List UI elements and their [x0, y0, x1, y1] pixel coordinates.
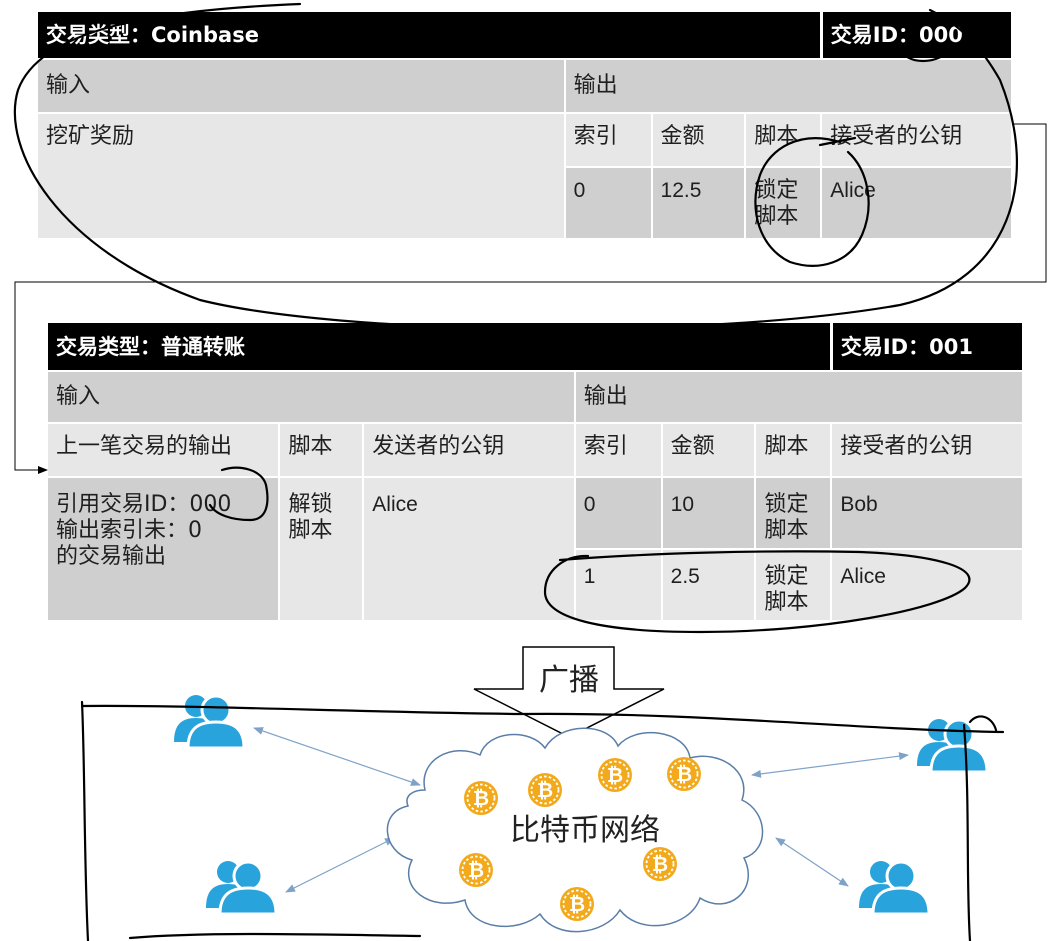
output-index: 0 — [563, 166, 653, 240]
svg-text:₿: ₿ — [468, 858, 484, 882]
output-recipient-pubkey: Bob — [830, 476, 1024, 550]
bitcoin-coin-icon: ₿ — [642, 846, 678, 882]
svg-text:₿: ₿ — [569, 892, 585, 916]
column-recipient-pubkey: 接受者的公钥 — [830, 422, 1024, 478]
column-script: 脚本 — [744, 112, 823, 168]
bitcoin-coin-icon: ₿ — [666, 756, 702, 792]
input-description: 挖矿奖励 — [36, 112, 566, 240]
input-unlock-script: 解锁 脚本 — [278, 476, 365, 622]
bitcoin-coin-icon: ₿ — [527, 772, 563, 808]
svg-text:₿: ₿ — [607, 763, 623, 787]
output-amount: 10 — [660, 476, 757, 550]
transaction-id-label: 交易ID：000 — [819, 10, 1013, 59]
column-sender-pubkey: 发送者的公钥 — [362, 422, 576, 478]
column-index: 索引 — [563, 112, 653, 168]
output-index: 1 — [573, 548, 663, 622]
output-lock-script: 锁定 脚本 — [754, 548, 833, 622]
output-header: 输出 — [573, 370, 1025, 424]
output-amount: 2.5 — [660, 548, 757, 622]
user-icon — [857, 859, 931, 916]
transaction-id-label: 交易ID：001 — [829, 321, 1024, 371]
output-recipient-pubkey: Alice — [830, 548, 1024, 622]
broadcast-arrow — [473, 646, 665, 738]
hand-drawn-frame — [80, 700, 1005, 941]
network-cloud — [386, 727, 764, 933]
svg-text:₿: ₿ — [537, 778, 553, 802]
input-header: 输入 — [46, 370, 576, 424]
column-amount: 金额 — [650, 112, 747, 168]
bitcoin-coin-icon: ₿ — [463, 780, 499, 816]
transaction-type-label: 交易类型：Coinbase — [35, 10, 823, 59]
input-sender-pubkey: Alice — [362, 476, 576, 622]
output-index: 0 — [573, 476, 663, 550]
network-link — [775, 837, 849, 887]
column-index: 索引 — [573, 422, 663, 478]
network-link — [285, 837, 395, 893]
column-amount: 金额 — [660, 422, 757, 478]
user-icon — [204, 859, 278, 916]
network-label: 比特币网络 — [510, 813, 660, 848]
user-icon — [915, 717, 989, 774]
table-row: 引用交易ID：000 输出索引未：0 的交易输出 解锁 脚本 Alice 0 1… — [45, 476, 1024, 622]
broadcast-label: 广播 — [539, 663, 599, 698]
output-lock-script: 锁定 脚本 — [744, 166, 823, 240]
input-reference: 引用交易ID：000 输出索引未：0 的交易输出 — [45, 476, 281, 622]
input-header: 输入 — [36, 58, 566, 114]
bitcoin-coin-icon: ₿ — [458, 852, 494, 888]
svg-text:₿: ₿ — [473, 786, 489, 810]
column-recipient-pubkey: 接受者的公钥 — [820, 112, 1013, 168]
bitcoin-coin-icon: ₿ — [559, 886, 595, 922]
svg-text:₿: ₿ — [652, 852, 668, 876]
output-lock-script: 锁定 脚本 — [754, 476, 833, 550]
user-icon — [172, 693, 246, 750]
coinbase-transaction-table: 交易类型：Coinbase 交易ID：000 输入 输出 挖矿奖励 索引 金额 … — [35, 10, 1014, 240]
column-previous-output: 上一笔交易的输出 — [45, 422, 281, 478]
column-input-script: 脚本 — [278, 422, 365, 478]
transaction-type-label: 交易类型：普通转账 — [45, 321, 833, 371]
network-link — [253, 727, 421, 786]
column-output-script: 脚本 — [754, 422, 833, 478]
network-link — [751, 752, 909, 778]
output-amount: 12.5 — [650, 166, 747, 240]
transfer-transaction-table: 交易类型：普通转账 交易ID：001 输入 输出 上一笔交易的输出 脚本 发送者… — [45, 321, 1025, 622]
output-header: 输出 — [563, 58, 1014, 114]
svg-text:₿: ₿ — [676, 762, 692, 786]
output-recipient-pubkey: Alice — [820, 166, 1013, 240]
bitcoin-coin-icon: ₿ — [597, 757, 633, 793]
